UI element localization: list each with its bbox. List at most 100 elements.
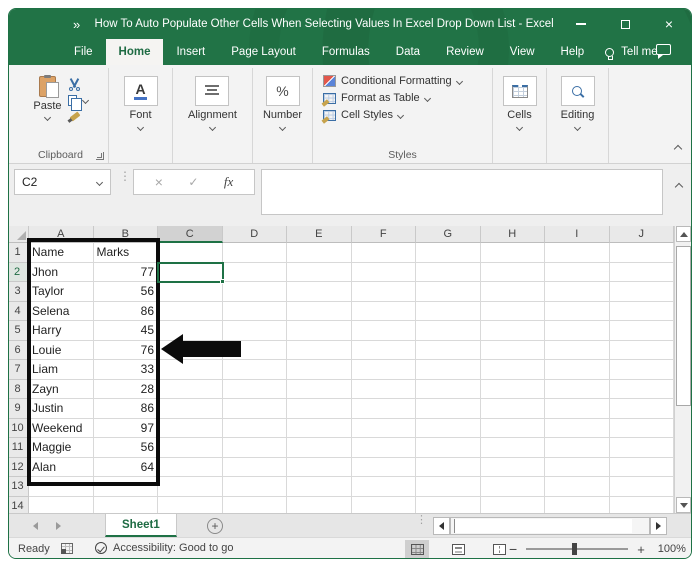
cell-F9[interactable] (351, 399, 416, 419)
cell-E1[interactable] (287, 243, 352, 263)
cell-I5[interactable] (545, 321, 610, 341)
cell-G10[interactable] (416, 418, 481, 438)
horizontal-scrollbar[interactable] (433, 517, 667, 535)
cell-H3[interactable] (480, 282, 545, 302)
cell-H14[interactable] (481, 496, 545, 513)
cell-styles-button[interactable]: Cell Styles (323, 109, 488, 121)
cell-H1[interactable] (480, 243, 545, 263)
cell-E8[interactable] (287, 379, 352, 399)
cell-E13[interactable] (287, 477, 352, 497)
accessibility-status[interactable]: Accessibility: Good to go (95, 542, 233, 554)
cell-J3[interactable] (609, 282, 674, 302)
row-header-10[interactable]: 10 (9, 418, 29, 438)
row-header-12[interactable]: 12 (9, 457, 29, 477)
cell-J10[interactable] (609, 418, 674, 438)
cell-I1[interactable] (545, 243, 610, 263)
cell-H12[interactable] (480, 457, 545, 477)
cell-H11[interactable] (480, 438, 545, 458)
format-as-table-button[interactable]: Format as Table (323, 92, 488, 104)
tab-page-layout[interactable]: Page Layout (218, 39, 309, 65)
cell-G7[interactable] (416, 360, 481, 380)
cell-G6[interactable] (416, 340, 481, 360)
cell-D14[interactable] (223, 496, 287, 513)
sheet-tab-sheet1[interactable]: Sheet1 (105, 514, 177, 537)
cell-F6[interactable] (351, 340, 416, 360)
cell-I9[interactable] (545, 399, 610, 419)
cell-D2[interactable] (222, 262, 287, 282)
cell-D11[interactable] (222, 438, 287, 458)
row-header-1[interactable]: 1 (9, 243, 29, 263)
cell-C13[interactable] (158, 477, 223, 497)
cell-D3[interactable] (222, 282, 287, 302)
cell-G2[interactable] (416, 262, 481, 282)
cell-A14[interactable] (29, 496, 94, 513)
cell-G14[interactable] (416, 496, 481, 513)
zoom-slider[interactable] (526, 543, 629, 555)
cell-I8[interactable] (545, 379, 610, 399)
scroll-down-button[interactable] (676, 497, 691, 513)
collapse-ribbon-button[interactable] (673, 139, 683, 157)
cell-J6[interactable] (609, 340, 674, 360)
cell-G3[interactable] (416, 282, 481, 302)
cancel-entry-button[interactable]: × (155, 174, 163, 190)
cell-C3[interactable] (158, 282, 223, 302)
cell-E14[interactable] (287, 496, 352, 513)
formula-input[interactable] (261, 169, 663, 215)
cell-D1[interactable] (222, 243, 287, 263)
cell-C8[interactable] (158, 379, 223, 399)
cells-button[interactable]: Cells (502, 70, 537, 147)
cell-I7[interactable] (545, 360, 610, 380)
cell-E4[interactable] (287, 301, 352, 321)
cell-D10[interactable] (222, 418, 287, 438)
tab-view[interactable]: View (497, 39, 548, 65)
cell-J8[interactable] (609, 379, 674, 399)
copy-button[interactable] (67, 95, 89, 111)
zoom-in-button[interactable]: + (637, 542, 645, 557)
vertical-scrollbar-thumb[interactable] (676, 246, 691, 406)
row-header-6[interactable]: 6 (9, 340, 29, 360)
tab-data[interactable]: Data (383, 39, 433, 65)
cell-F4[interactable] (351, 301, 416, 321)
formula-bar-grip[interactable]: ⋮ (119, 170, 131, 182)
cell-I11[interactable] (545, 438, 610, 458)
cell-I12[interactable] (545, 457, 610, 477)
conditional-formatting-button[interactable]: Conditional Formatting (323, 75, 488, 87)
cell-H8[interactable] (480, 379, 545, 399)
expand-formula-bar-button[interactable] (674, 177, 684, 195)
column-header-H[interactable]: H (480, 226, 545, 243)
row-header-5[interactable]: 5 (9, 321, 29, 341)
tab-bar-grip[interactable]: ⋮ (416, 515, 427, 526)
tab-help[interactable]: Help (548, 39, 598, 65)
tell-me[interactable]: Tell me (605, 39, 658, 65)
row-header-13[interactable]: 13 (9, 477, 29, 497)
cell-I2[interactable] (545, 262, 610, 282)
tab-review[interactable]: Review (433, 39, 497, 65)
cell-E11[interactable] (287, 438, 352, 458)
maximize-button[interactable] (603, 9, 647, 39)
cell-E10[interactable] (287, 418, 352, 438)
zoom-level[interactable]: 100% (658, 543, 686, 555)
row-header-9[interactable]: 9 (9, 399, 29, 419)
scroll-up-button[interactable] (676, 226, 691, 242)
cut-button[interactable] (68, 78, 88, 91)
cell-E2[interactable] (287, 262, 352, 282)
close-button[interactable]: × (647, 9, 691, 39)
cell-I4[interactable] (545, 301, 610, 321)
cell-E9[interactable] (287, 399, 352, 419)
row-header-8[interactable]: 8 (9, 379, 29, 399)
cell-H13[interactable] (480, 477, 545, 497)
cell-B14[interactable] (94, 496, 158, 513)
previous-sheet-button[interactable] (33, 521, 38, 530)
cell-F2[interactable] (351, 262, 416, 282)
select-all-corner[interactable] (9, 226, 29, 243)
column-header-I[interactable]: I (545, 226, 610, 243)
cell-C11[interactable] (158, 438, 223, 458)
scroll-right-button[interactable] (650, 517, 667, 535)
cell-F8[interactable] (351, 379, 416, 399)
cell-J7[interactable] (609, 360, 674, 380)
cell-I3[interactable] (545, 282, 610, 302)
cell-J11[interactable] (609, 438, 674, 458)
cell-I10[interactable] (545, 418, 610, 438)
clipboard-dialog-launcher-icon[interactable] (96, 152, 104, 160)
row-header-2[interactable]: 2 (9, 262, 29, 282)
